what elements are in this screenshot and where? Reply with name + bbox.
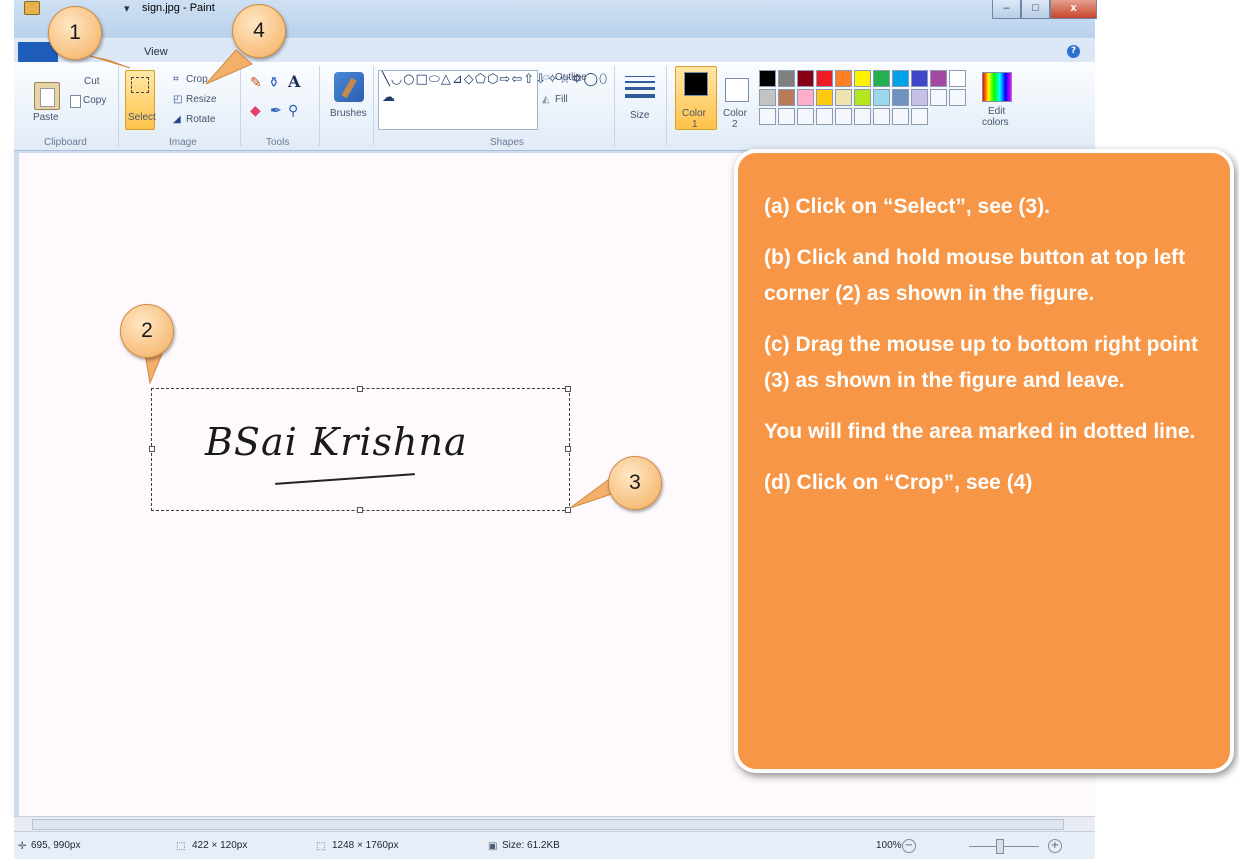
callout-3: 3 [608, 456, 662, 510]
instruction-note: You will find the area marked in dotted … [764, 420, 1196, 443]
instruction-step-a: (a) Click on “Select”, see (3). [764, 195, 1050, 218]
callout-4-tail [205, 49, 253, 85]
instruction-text: (a) Click on “Select”, see (3). (b) Clic… [764, 189, 1214, 516]
callout-4: 4 [232, 4, 286, 58]
instruction-panel: (a) Click on “Select”, see (3). (b) Clic… [734, 149, 1234, 773]
callout-1: 1 [48, 6, 102, 60]
instruction-step-b: (b) Click and hold mouse button at top l… [764, 246, 1186, 305]
callout-1-tail [89, 55, 131, 69]
instruction-step-d: (d) Click on “Crop”, see (4) [764, 471, 1033, 494]
instruction-step-c: (c) Drag the mouse up to bottom right po… [764, 333, 1198, 392]
callout-2: 2 [120, 304, 174, 358]
